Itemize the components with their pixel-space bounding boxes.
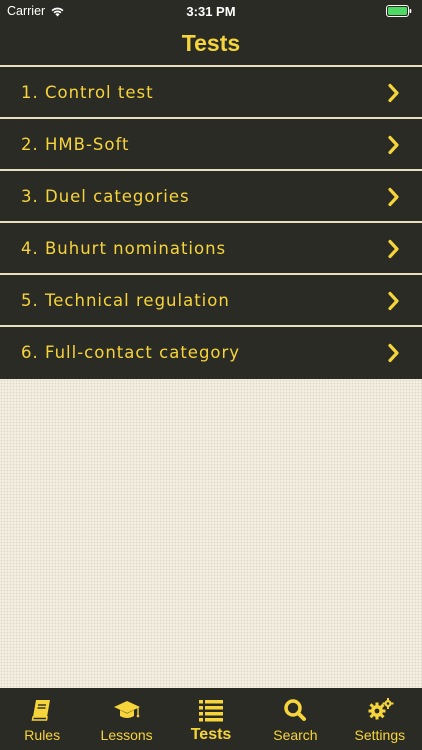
list-item[interactable]: 5. Technical regulation [0, 273, 422, 325]
list-item-label: 1. Control test [21, 83, 154, 102]
gears-icon [368, 698, 394, 720]
list-icon [199, 700, 224, 722]
tests-list: 1. Control test 2. HMB-Soft 3. Duel cate… [0, 65, 422, 377]
list-item-label: 4. Buhurt nominations [21, 239, 227, 258]
graduation-cap-icon [113, 701, 140, 718]
list-item[interactable]: 4. Buhurt nominations [0, 221, 422, 273]
status-time: 3:31 PM [186, 4, 236, 19]
list-item[interactable]: 1. Control test [0, 65, 422, 117]
list-item[interactable]: 2. HMB-Soft [0, 117, 422, 169]
book-icon [31, 700, 51, 721]
tab-search[interactable]: Search [253, 688, 337, 750]
chevron-right-icon [388, 83, 399, 103]
list-item-label: 3. Duel categories [21, 187, 190, 206]
list-item-label: 6. Full-contact category [21, 343, 241, 362]
tab-tests[interactable]: Tests [169, 688, 253, 750]
list-item-label: 2. HMB-Soft [21, 135, 130, 154]
chevron-right-icon [388, 239, 399, 259]
chevron-right-icon [388, 187, 399, 207]
list-item[interactable]: 3. Duel categories [0, 169, 422, 221]
tab-label: Rules [24, 727, 61, 743]
page-title: Tests [181, 30, 241, 56]
status-bar: Carrier 3:31 PM [0, 0, 422, 22]
tab-settings[interactable]: Settings [338, 688, 422, 750]
tab-label: Tests [190, 726, 232, 743]
search-icon [284, 699, 307, 721]
list-item-label: 5. Technical regulation [21, 291, 230, 310]
chevron-right-icon [388, 135, 399, 155]
chevron-right-icon [388, 343, 399, 363]
tab-rules[interactable]: Rules [0, 688, 84, 750]
tab-lessons[interactable]: Lessons [84, 688, 168, 750]
tab-label: Lessons [100, 727, 153, 743]
tab-bar: Rules Lessons Tests Search Settings [0, 688, 422, 750]
tab-label: Settings [354, 727, 406, 743]
tab-label: Search [273, 727, 318, 743]
chevron-right-icon [388, 291, 399, 311]
battery-icon [386, 5, 412, 17]
content-background [0, 379, 422, 688]
list-item[interactable]: 6. Full-contact category [0, 325, 422, 377]
